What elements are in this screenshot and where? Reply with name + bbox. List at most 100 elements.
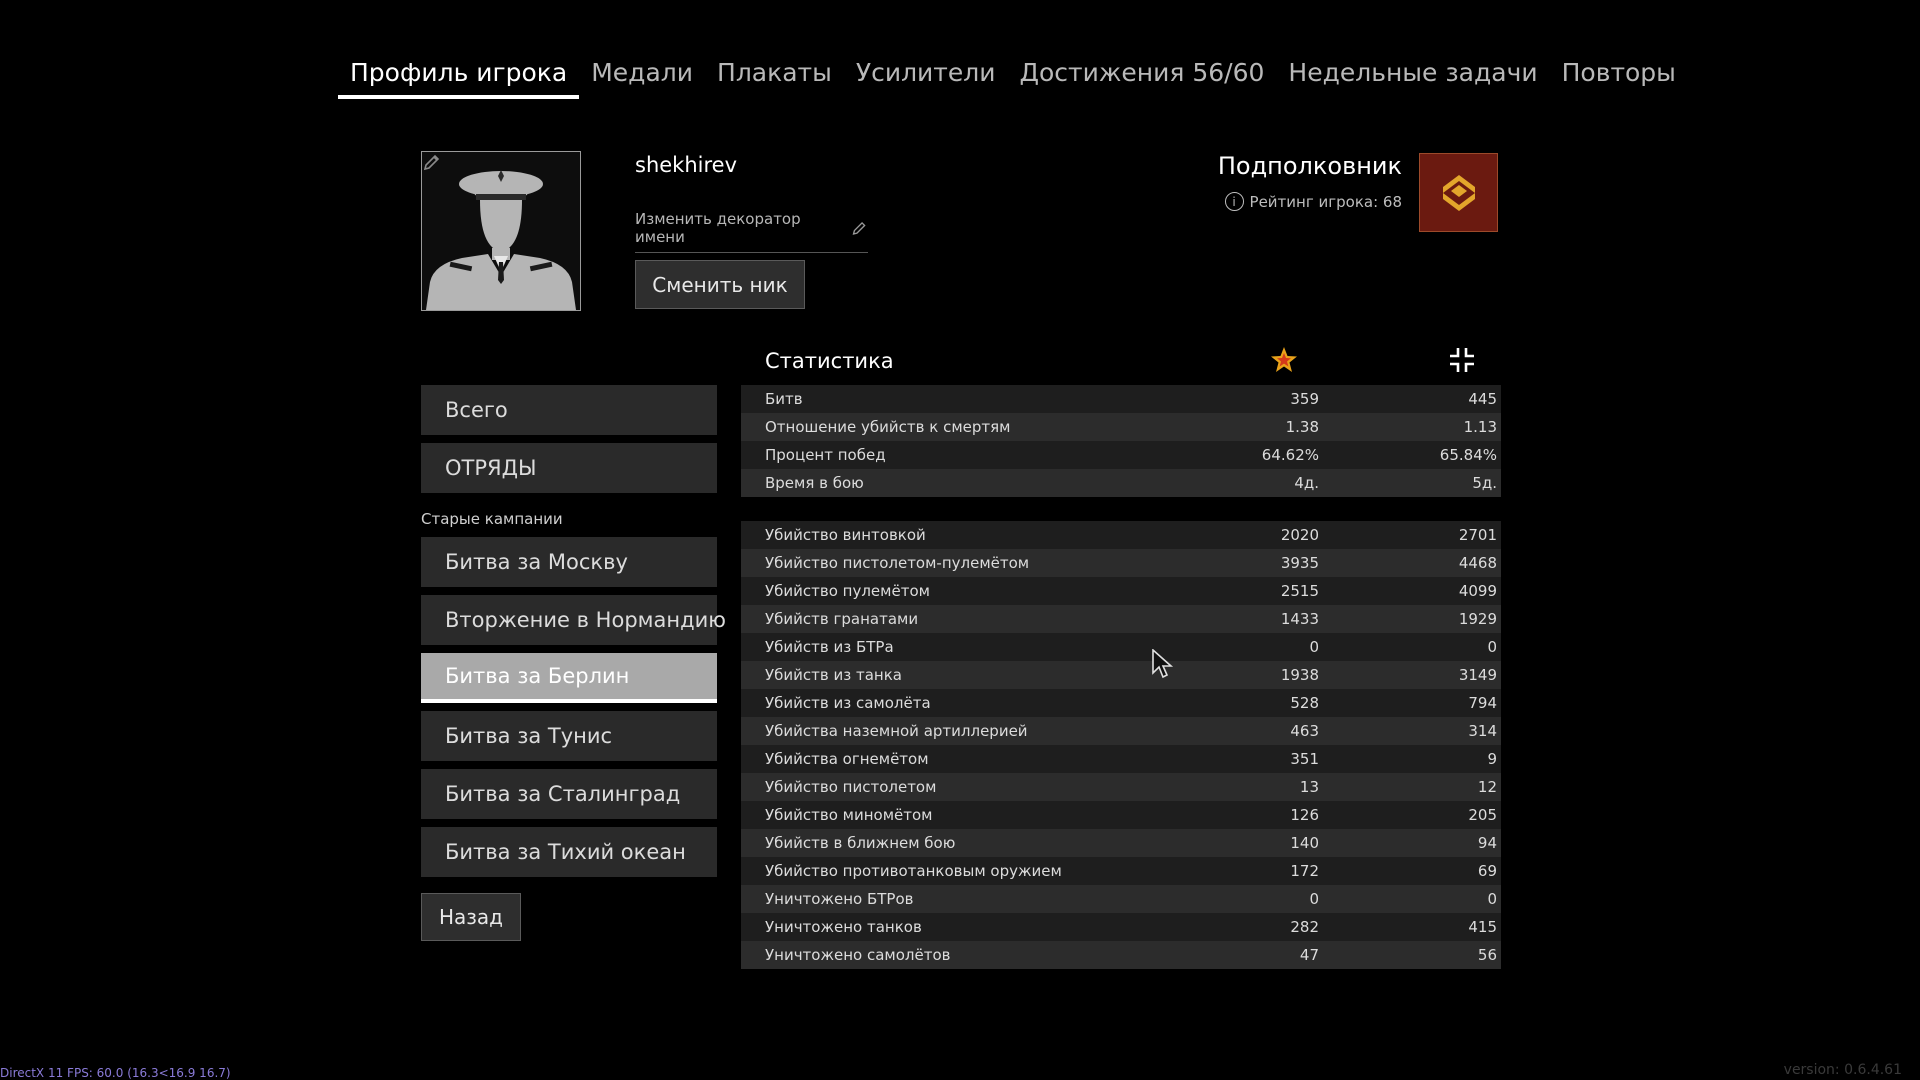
row-label: Убийств из самолёта [765,694,931,712]
row-value: 12 [1477,778,1497,796]
fps-counter: DirectX 11 FPS: 60.0 (16.3<16.9 16.7) [0,1066,231,1080]
rank-title: Подполковник [1217,152,1402,180]
table-row: Убийство пистолетом-пулемётом 3935 4468 [741,549,1501,577]
rank-badge [1419,153,1498,232]
row-label: Убийств из танка [765,666,902,684]
row-value: 2701 [1458,526,1497,544]
row-value: 47 [1299,946,1319,964]
row-value: 5д. [1472,474,1497,492]
row-label: Уничтожено танков [765,918,922,936]
row-value: 0 [1487,638,1497,656]
row-value: 1.13 [1463,418,1497,436]
row-label: Убийства огнемётом [765,750,929,768]
table-row: Убийств из танка 1938 3149 [741,661,1501,689]
row-value: 56 [1477,946,1497,964]
row-label: Отношение убийств к смертям [765,418,1011,436]
row-label: Уничтожено самолётов [765,946,951,964]
row-value: 463 [1290,722,1319,740]
table-row: Время в бою 4д. 5д. [741,469,1501,497]
row-label: Убийств в ближнем бою [765,834,956,852]
table-row: Убийство миномётом 126 205 [741,801,1501,829]
table-row: Убийство винтовкой 2020 2701 [741,521,1501,549]
menu-item-stalingrad[interactable]: Битва за Сталинград [421,769,717,819]
table-row: Убийств из самолёта 528 794 [741,689,1501,717]
table-row: Убийство пистолетом 13 12 [741,773,1501,801]
tab-replays[interactable]: Повторы [1550,58,1688,99]
menu-item-tunisia[interactable]: Битва за Тунис [421,711,717,761]
row-value: 4468 [1458,554,1497,572]
table-row: Уничтожено БТРов 0 0 [741,885,1501,913]
row-value: 0 [1309,638,1319,656]
row-value: 351 [1290,750,1319,768]
row-label: Время в бою [765,474,864,492]
menu-item-moscow[interactable]: Битва за Москву [421,537,717,587]
decorator-label: Изменить декоратор имени [635,210,801,246]
tab-achievements[interactable]: Достижения 56/60 [1007,58,1276,99]
row-value: 528 [1290,694,1319,712]
row-value: 1.38 [1285,418,1319,436]
player-rating: i Рейтинг игрока: 68 [1224,192,1402,211]
row-value: 3935 [1280,554,1319,572]
row-value: 140 [1290,834,1319,852]
back-button[interactable]: Назад [421,893,521,941]
table-row: Битв 359 445 [741,385,1501,413]
row-label: Убийства наземной артиллерией [765,722,1028,740]
row-value: 314 [1468,722,1497,740]
rank-chevron-icon [1442,174,1475,211]
table-row: Процент побед 64.62% 65.84% [741,441,1501,469]
row-value: 69 [1477,862,1497,880]
row-label: Уничтожено БТРов [765,890,914,908]
avatar[interactable] [421,151,581,311]
table-row: Убийства наземной артиллерией 463 314 [741,717,1501,745]
row-value: 445 [1468,390,1497,408]
stats-title: Статистика [765,349,894,373]
change-nick-button[interactable]: Сменить ник [635,260,805,309]
menu-item-berlin[interactable]: Битва за Берлин [421,653,717,703]
pencil-icon [852,221,866,235]
tab-player-profile[interactable]: Профиль игрока [338,58,580,99]
table-row: Убийство противотанковым оружием 172 69 [741,857,1501,885]
table-row: Убийства огнемётом 351 9 [741,745,1501,773]
mouse-cursor-icon [1152,649,1174,679]
stats-table-general: Битв 359 445 Отношение убийств к смертям 1.… [741,385,1501,497]
row-value: 1938 [1280,666,1319,684]
menu-item-pacific[interactable]: Битва за Тихий океан [421,827,717,877]
collapse-icon[interactable] [1448,346,1476,374]
tab-weekly-tasks[interactable]: Недельные задачи [1276,58,1549,99]
top-tabs: Профиль игрока Медали Плакаты Усилители … [338,58,1688,99]
row-value: 282 [1290,918,1319,936]
row-value: 64.62% [1261,446,1319,464]
table-row: Убийство пулемётом 2515 4099 [741,577,1501,605]
menu-item-squads[interactable]: ОТРЯДЫ [421,443,717,493]
tab-boosters[interactable]: Усилители [844,58,1008,99]
info-icon[interactable]: i [1224,192,1244,211]
row-value: 13 [1299,778,1319,796]
row-value: 3149 [1458,666,1497,684]
tab-posters[interactable]: Плакаты [705,58,844,99]
row-value: 415 [1468,918,1497,936]
pencil-icon[interactable] [422,152,442,172]
row-label: Убийств гранатами [765,610,919,628]
row-value: 94 [1477,834,1497,852]
row-label: Убийство миномётом [765,806,933,824]
row-value: 794 [1468,694,1497,712]
row-label: Убийств из БТРа [765,638,894,656]
menu-item-normandy[interactable]: Вторжение в Нормандию [421,595,726,645]
row-value: 126 [1290,806,1319,824]
menu-item-total[interactable]: Всего [421,385,717,435]
row-value: 205 [1468,806,1497,824]
table-row: Убийств из БТРа 0 0 [741,633,1501,661]
change-name-decorator-link[interactable]: Изменить декоратор имени [635,210,868,253]
row-label: Убийство противотанковым оружием [765,862,1062,880]
row-value: 0 [1309,890,1319,908]
tab-medals[interactable]: Медали [579,58,705,99]
row-value: 359 [1290,390,1319,408]
row-label: Процент побед [765,446,886,464]
row-value: 4099 [1458,582,1497,600]
table-row: Отношение убийств к смертям 1.38 1.13 [741,413,1501,441]
row-label: Убийство винтовкой [765,526,926,544]
rating-label: Рейтинг игрока: 68 [1249,192,1402,211]
row-value: 1433 [1280,610,1319,628]
version-label: version: 0.6.4.61 [1783,1062,1902,1078]
table-row: Уничтожено самолётов 47 56 [741,941,1501,969]
